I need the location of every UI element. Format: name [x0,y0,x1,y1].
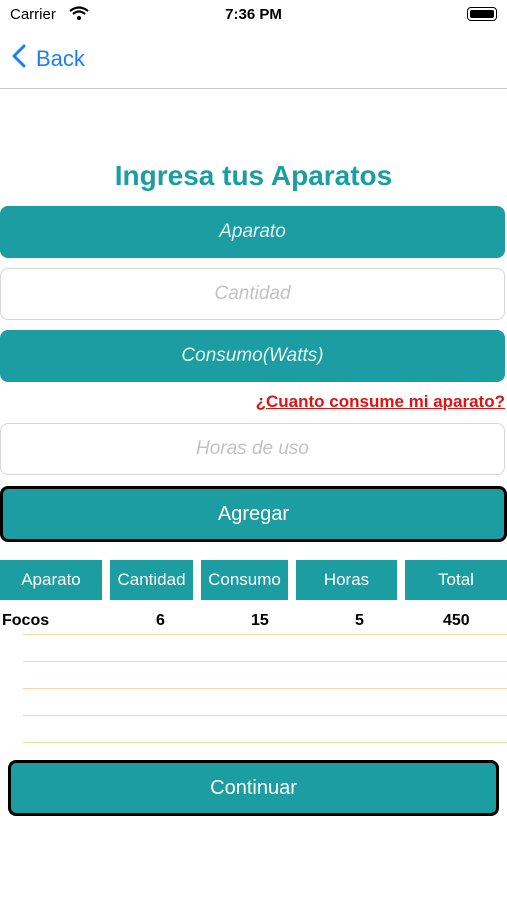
cell-total: 450 [443,612,470,629]
header-horas: Horas [296,560,397,600]
row-separator [23,742,507,743]
back-button[interactable]: Back [12,44,85,74]
status-bar: Carrier 7:36 PM [0,0,507,30]
header-total: Total [405,560,507,600]
row-separator [23,715,507,716]
row-separator [23,634,507,635]
clock: 7:36 PM [225,6,282,23]
navigation-bar: Back [0,30,507,89]
aparato-field[interactable]: Aparato [0,206,505,258]
cell-consumo: 15 [251,612,269,629]
cell-aparato: Focos [2,612,50,629]
consumo-field[interactable]: Consumo(Watts) [0,330,505,382]
header-consumo: Consumo [201,560,288,600]
back-label: Back [36,46,85,71]
horas-field[interactable]: Horas de uso [0,423,505,475]
header-cantidad: Cantidad [110,560,193,600]
row-separator [23,661,507,662]
consumption-help-link[interactable]: ¿Cuanto consume mi aparato? [256,392,505,412]
cell-cantidad: 6 [156,612,165,629]
battery-icon [467,7,497,21]
header-aparato: Aparato [0,560,102,600]
page-title: Ingresa tus Aparatos [114,160,393,191]
continuar-button[interactable]: Continuar [8,760,499,816]
cell-horas: 5 [355,612,364,629]
row-separator [23,688,507,689]
agregar-button[interactable]: Agregar [0,486,507,542]
chevron-left-icon [12,44,26,74]
cantidad-field[interactable]: Cantidad [0,268,505,320]
